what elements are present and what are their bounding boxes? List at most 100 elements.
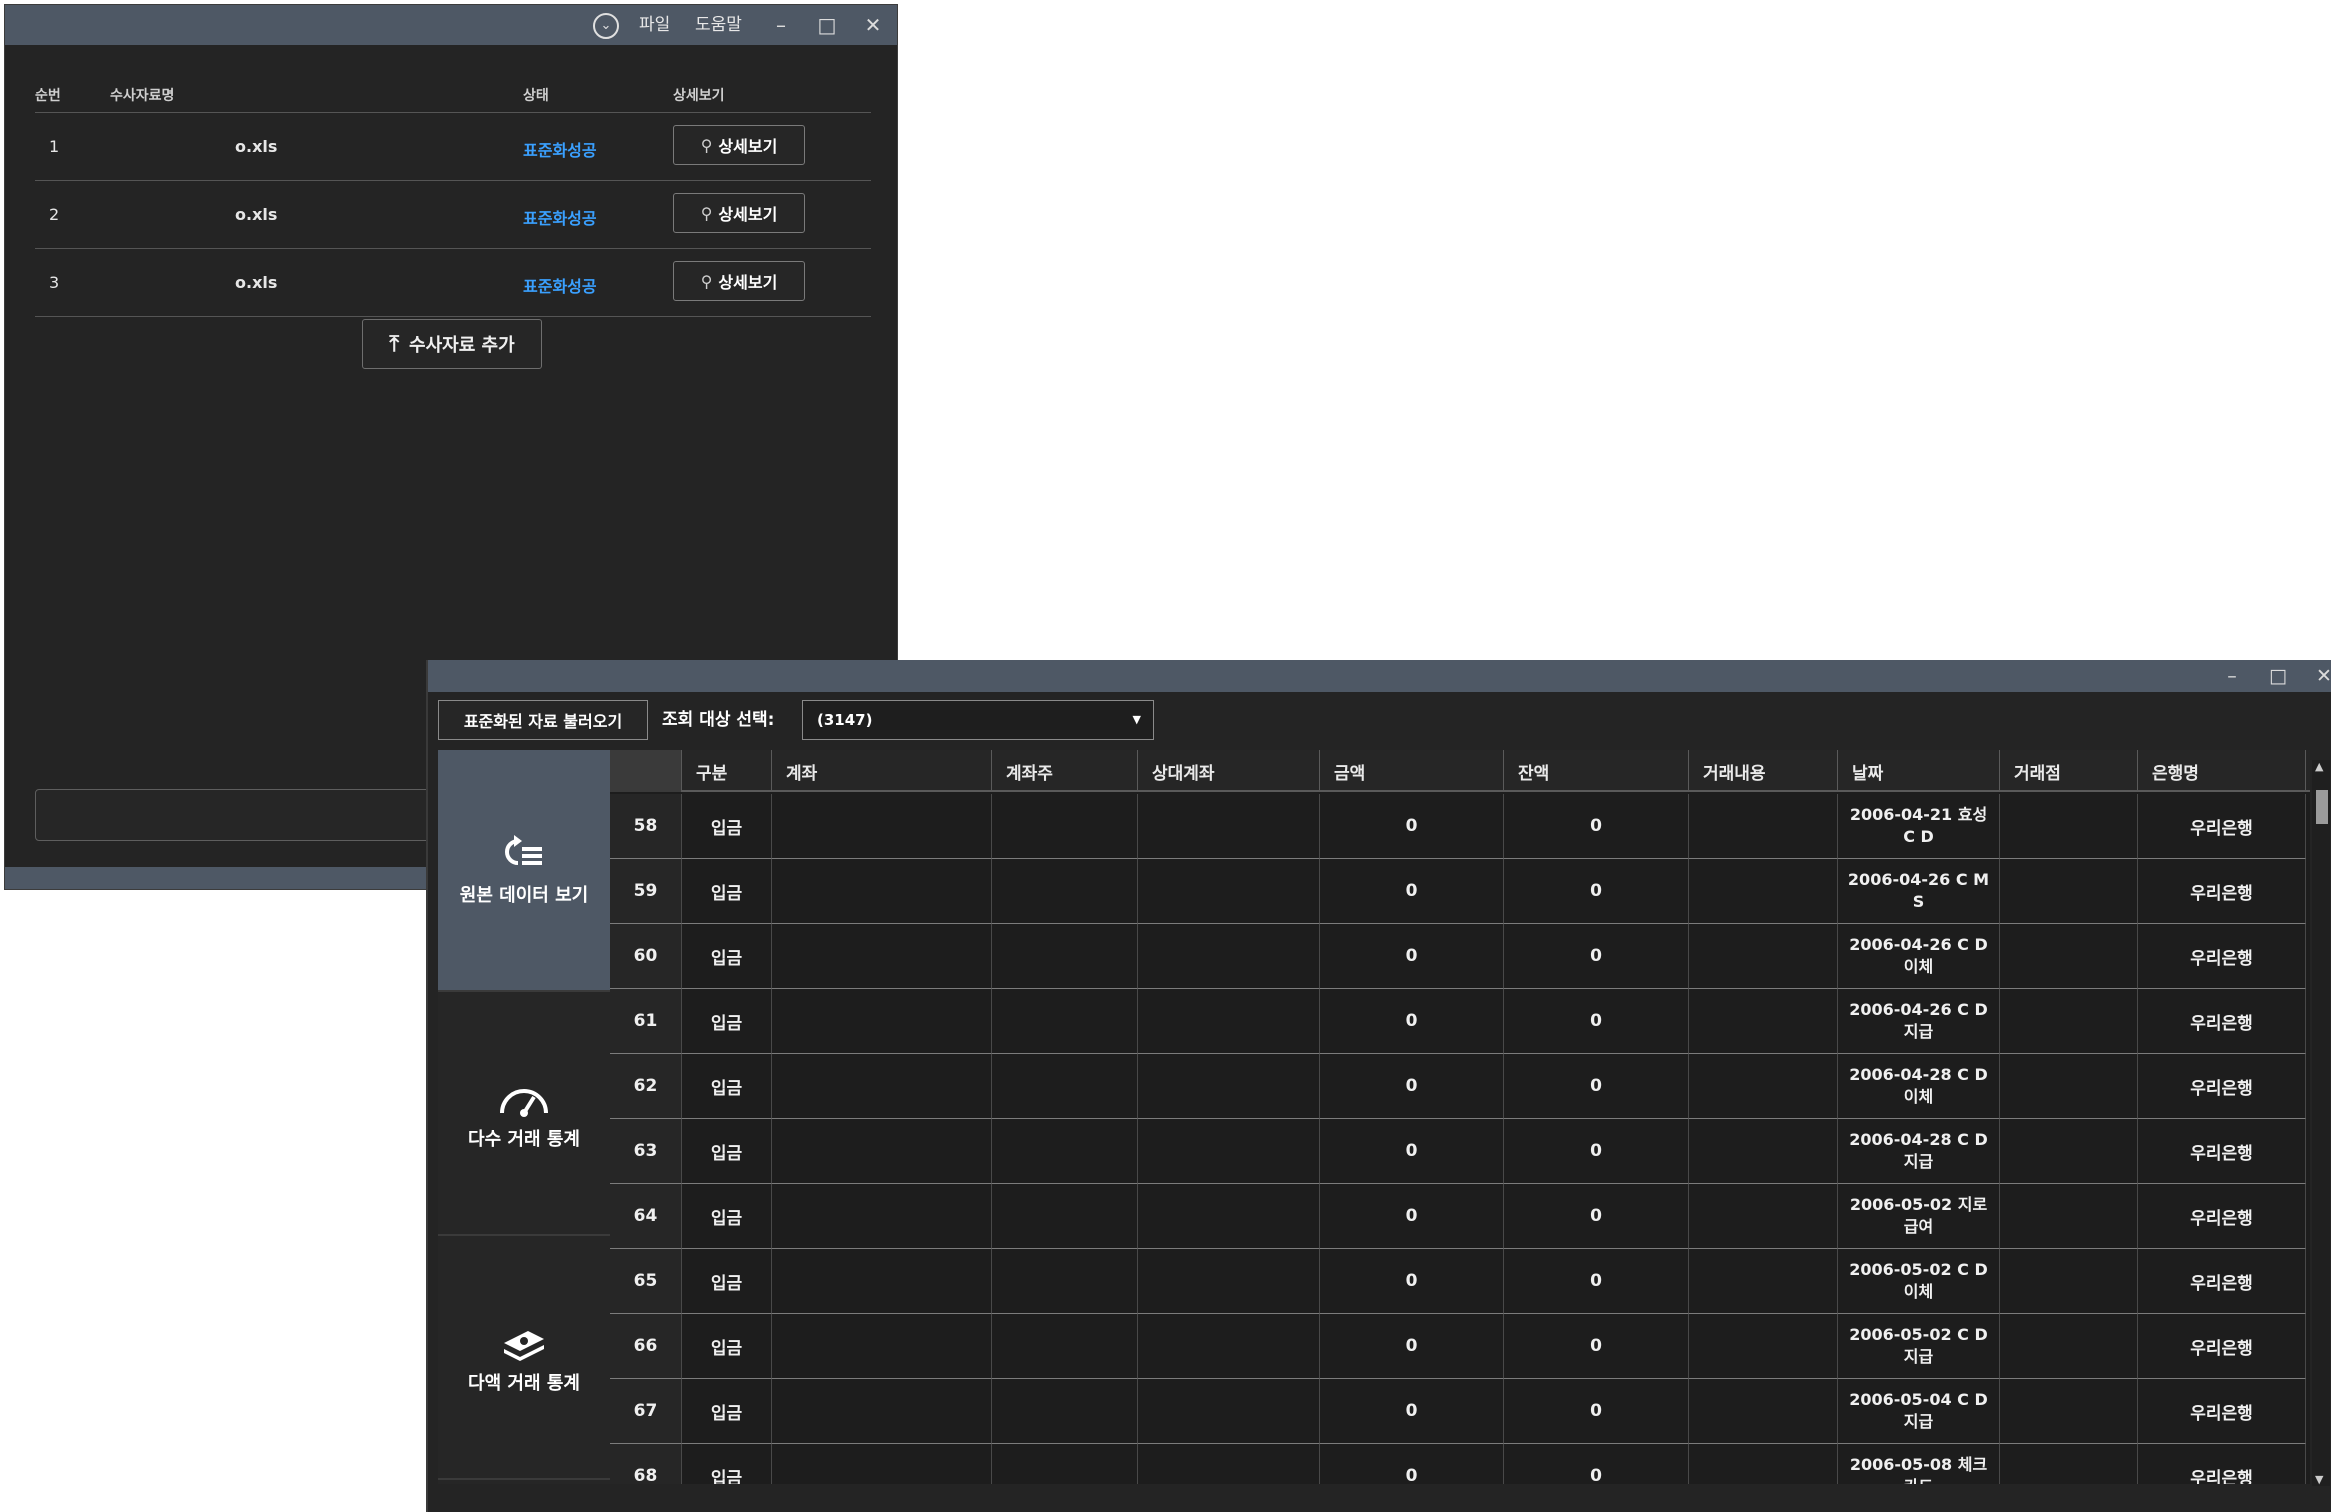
- counter-account-cell[interactable]: [1138, 859, 1320, 924]
- amount-cell[interactable]: 0: [1320, 1184, 1504, 1249]
- content-cell[interactable]: [1689, 1314, 1838, 1379]
- date-cell[interactable]: 2006-05-02 C D 지급: [1838, 1314, 2000, 1379]
- counter-account-cell[interactable]: [1138, 1444, 1320, 1484]
- branch-cell[interactable]: [2000, 1054, 2138, 1119]
- counter-account-cell[interactable]: [1138, 1314, 1320, 1379]
- balance-cell[interactable]: 0: [1504, 1119, 1689, 1184]
- detail-button[interactable]: ⚲ 상세보기: [673, 193, 805, 233]
- type-cell[interactable]: 입금: [682, 859, 772, 924]
- account-cell[interactable]: [772, 1444, 992, 1484]
- maximize-icon[interactable]: □: [807, 5, 847, 45]
- content-cell[interactable]: [1689, 859, 1838, 924]
- row-number-cell[interactable]: 67: [610, 1379, 682, 1444]
- load-standardized-button[interactable]: 표준화된 자료 불러오기: [438, 700, 648, 740]
- account-cell[interactable]: [772, 1379, 992, 1444]
- bank-cell[interactable]: 우리은행: [2138, 1119, 2306, 1184]
- bank-cell[interactable]: 우리은행: [2138, 924, 2306, 989]
- holder-cell[interactable]: [992, 1379, 1138, 1444]
- column-header-col-type[interactable]: 구분: [682, 750, 772, 792]
- balance-cell[interactable]: 0: [1504, 1054, 1689, 1119]
- close-icon[interactable]: ✕: [2304, 660, 2331, 692]
- add-evidence-button[interactable]: ⤒ 수사자료 추가: [362, 319, 542, 369]
- branch-cell[interactable]: [2000, 1249, 2138, 1314]
- column-header-col-balance[interactable]: 잔액: [1504, 750, 1689, 792]
- amount-cell[interactable]: 0: [1320, 1054, 1504, 1119]
- row-number-cell[interactable]: 63: [610, 1119, 682, 1184]
- account-cell[interactable]: [772, 794, 992, 859]
- column-header-col-content[interactable]: 거래내용: [1689, 750, 1838, 792]
- column-header-col-counter-account[interactable]: 상대계좌: [1138, 750, 1320, 792]
- row-number-cell[interactable]: 58: [610, 794, 682, 859]
- holder-cell[interactable]: [992, 1184, 1138, 1249]
- nav-large-amount-stats[interactable]: 다액 거래 통계: [438, 1238, 610, 1480]
- branch-cell[interactable]: [2000, 1379, 2138, 1444]
- date-cell[interactable]: 2006-05-02 지로 급여: [1838, 1184, 2000, 1249]
- type-cell[interactable]: 입금: [682, 1054, 772, 1119]
- scroll-down-icon[interactable]: ▼: [2315, 1473, 2323, 1486]
- date-cell[interactable]: 2006-05-02 C D 이체: [1838, 1249, 2000, 1314]
- bank-cell[interactable]: 우리은행: [2138, 989, 2306, 1054]
- target-select-dropdown[interactable]: (3147) ▼: [802, 700, 1154, 740]
- branch-cell[interactable]: [2000, 924, 2138, 989]
- date-cell[interactable]: 2006-04-28 C D 지급: [1838, 1119, 2000, 1184]
- counter-account-cell[interactable]: [1138, 924, 1320, 989]
- row-number-cell[interactable]: 68: [610, 1444, 682, 1484]
- balance-cell[interactable]: 0: [1504, 794, 1689, 859]
- branch-cell[interactable]: [2000, 1184, 2138, 1249]
- counter-account-cell[interactable]: [1138, 1249, 1320, 1314]
- content-cell[interactable]: [1689, 794, 1838, 859]
- type-cell[interactable]: 입금: [682, 924, 772, 989]
- account-cell[interactable]: [772, 924, 992, 989]
- amount-cell[interactable]: 0: [1320, 1249, 1504, 1314]
- row-number-cell[interactable]: 61: [610, 989, 682, 1054]
- balance-cell[interactable]: 0: [1504, 989, 1689, 1054]
- amount-cell[interactable]: 0: [1320, 1379, 1504, 1444]
- account-cell[interactable]: [772, 1314, 992, 1379]
- content-cell[interactable]: [1689, 1444, 1838, 1484]
- type-cell[interactable]: 입금: [682, 1119, 772, 1184]
- content-cell[interactable]: [1689, 1184, 1838, 1249]
- type-cell[interactable]: 입금: [682, 794, 772, 859]
- content-cell[interactable]: [1689, 989, 1838, 1054]
- row-number-cell[interactable]: 59: [610, 859, 682, 924]
- minimize-icon[interactable]: –: [761, 5, 801, 45]
- branch-cell[interactable]: [2000, 1444, 2138, 1484]
- branch-cell[interactable]: [2000, 859, 2138, 924]
- minimize-icon[interactable]: –: [2212, 660, 2252, 692]
- counter-account-cell[interactable]: [1138, 1379, 1320, 1444]
- row-number-cell[interactable]: 62: [610, 1054, 682, 1119]
- column-header-col-account[interactable]: 계좌: [772, 750, 992, 792]
- counter-account-cell[interactable]: [1138, 989, 1320, 1054]
- column-header-col-holder[interactable]: 계좌주: [992, 750, 1138, 792]
- date-cell[interactable]: 2006-04-26 C D 이체: [1838, 924, 2000, 989]
- amount-cell[interactable]: 0: [1320, 1314, 1504, 1379]
- content-cell[interactable]: [1689, 924, 1838, 989]
- holder-cell[interactable]: [992, 924, 1138, 989]
- account-cell[interactable]: [772, 1054, 992, 1119]
- holder-cell[interactable]: [992, 1054, 1138, 1119]
- date-cell[interactable]: 2006-04-28 C D 이체: [1838, 1054, 2000, 1119]
- branch-cell[interactable]: [2000, 989, 2138, 1054]
- type-cell[interactable]: 입금: [682, 1314, 772, 1379]
- type-cell[interactable]: 입금: [682, 1444, 772, 1484]
- counter-account-cell[interactable]: [1138, 1054, 1320, 1119]
- date-cell[interactable]: 2006-04-26 C D 지급: [1838, 989, 2000, 1054]
- holder-cell[interactable]: [992, 1444, 1138, 1484]
- amount-cell[interactable]: 0: [1320, 989, 1504, 1054]
- branch-cell[interactable]: [2000, 1314, 2138, 1379]
- balance-cell[interactable]: 0: [1504, 859, 1689, 924]
- branch-cell[interactable]: [2000, 794, 2138, 859]
- bank-cell[interactable]: 우리은행: [2138, 794, 2306, 859]
- bank-cell[interactable]: 우리은행: [2138, 1184, 2306, 1249]
- account-cell[interactable]: [772, 1184, 992, 1249]
- holder-cell[interactable]: [992, 1314, 1138, 1379]
- amount-cell[interactable]: 0: [1320, 794, 1504, 859]
- branch-cell[interactable]: [2000, 1119, 2138, 1184]
- holder-cell[interactable]: [992, 1249, 1138, 1314]
- content-cell[interactable]: [1689, 1119, 1838, 1184]
- holder-cell[interactable]: [992, 859, 1138, 924]
- content-cell[interactable]: [1689, 1054, 1838, 1119]
- balance-cell[interactable]: 0: [1504, 1249, 1689, 1314]
- menu-help[interactable]: 도움말: [695, 5, 742, 45]
- balance-cell[interactable]: 0: [1504, 1444, 1689, 1484]
